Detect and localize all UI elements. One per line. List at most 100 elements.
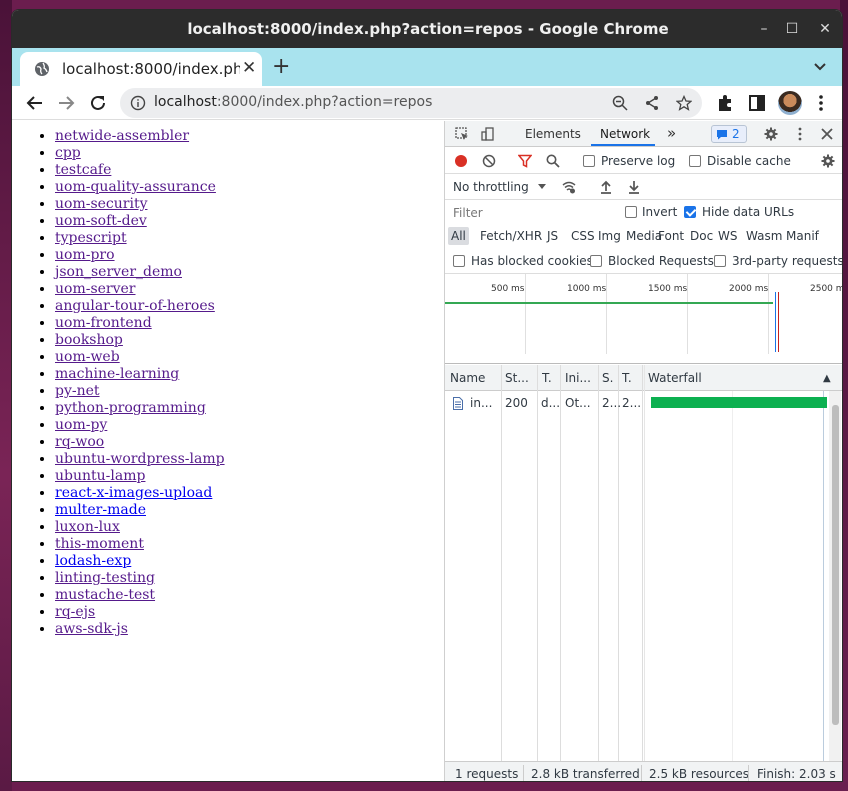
scrollbar-thumb[interactable] xyxy=(832,405,839,725)
filter-type-font[interactable]: Font xyxy=(655,227,687,245)
clear-icon[interactable] xyxy=(482,154,496,168)
device-toolbar-icon[interactable] xyxy=(481,127,495,141)
share-icon[interactable] xyxy=(644,95,660,111)
network-settings-gear-icon[interactable] xyxy=(821,154,835,168)
throttling-select[interactable]: No throttling xyxy=(453,180,529,194)
devtools-menu-icon[interactable] xyxy=(793,127,807,141)
repo-link[interactable]: uom-frontend xyxy=(55,315,152,331)
repo-link[interactable]: linting-testing xyxy=(55,570,155,586)
repo-link[interactable]: netwide-assembler xyxy=(55,128,189,144)
repo-link[interactable]: uom-web xyxy=(55,349,120,365)
has-blocked-cookies-checkbox[interactable] xyxy=(453,255,465,267)
repo-link[interactable]: rq-woo xyxy=(55,434,104,450)
column-type[interactable]: T. xyxy=(542,371,558,385)
window-titlebar[interactable]: localhost:8000/index.php?action=repos - … xyxy=(12,10,842,48)
repo-link[interactable]: multer-made xyxy=(55,502,146,518)
settings-gear-icon[interactable] xyxy=(764,127,778,141)
extensions-puzzle-icon[interactable] xyxy=(714,92,736,114)
repo-link[interactable]: ubuntu-wordpress-lamp xyxy=(55,451,225,467)
filter-type-wasm[interactable]: Wasm xyxy=(743,227,785,245)
side-panel-icon[interactable] xyxy=(746,92,768,114)
inspect-element-icon[interactable] xyxy=(455,127,469,141)
filter-type-js[interactable]: JS xyxy=(544,227,561,245)
tab-elements[interactable]: Elements xyxy=(525,127,581,141)
column-divider[interactable] xyxy=(501,365,502,761)
disable-cache-checkbox[interactable] xyxy=(689,155,701,167)
repo-link[interactable]: uom-security xyxy=(55,196,147,212)
column-divider[interactable] xyxy=(560,365,561,761)
bookmark-star-icon[interactable] xyxy=(676,95,692,111)
network-conditions-wifi-icon[interactable] xyxy=(562,180,576,194)
repo-link[interactable]: uom-soft-dev xyxy=(55,213,147,229)
column-divider[interactable] xyxy=(537,365,538,761)
repo-link[interactable]: uom-quality-assurance xyxy=(55,179,216,195)
repo-link[interactable]: testcafe xyxy=(55,162,111,178)
repo-link[interactable]: py-net xyxy=(55,383,100,399)
back-arrow-icon[interactable] xyxy=(24,92,46,114)
repo-link[interactable]: mustache-test xyxy=(55,587,155,603)
column-name[interactable]: Name xyxy=(450,371,498,385)
close-devtools-icon[interactable] xyxy=(820,127,834,141)
column-waterfall[interactable]: Waterfall xyxy=(648,371,748,385)
column-time[interactable]: T. xyxy=(622,371,636,385)
third-party-checkbox[interactable] xyxy=(714,255,726,267)
tab-network[interactable]: Network xyxy=(600,127,650,141)
repo-link[interactable]: python-programming xyxy=(55,400,206,416)
filter-input[interactable]: Filter xyxy=(449,203,611,221)
repo-link[interactable]: rq-ejs xyxy=(55,604,95,620)
filter-type-all[interactable]: All xyxy=(448,227,469,245)
forward-arrow-icon[interactable] xyxy=(55,92,77,114)
chevron-down-icon[interactable] xyxy=(812,58,828,74)
sort-ascending-icon[interactable]: ▲ xyxy=(823,373,831,384)
repo-link[interactable]: angular-tour-of-heroes xyxy=(55,298,215,314)
repo-link[interactable]: typescript xyxy=(55,230,127,246)
record-icon[interactable] xyxy=(454,154,468,168)
repo-link[interactable]: this-moment xyxy=(55,536,144,552)
hide-data-urls-checkbox[interactable] xyxy=(684,206,696,218)
export-har-icon[interactable] xyxy=(627,180,641,194)
invert-checkbox[interactable] xyxy=(625,206,637,218)
filter-type-doc[interactable]: Doc xyxy=(687,227,716,245)
column-initiator[interactable]: Ini... xyxy=(565,371,595,385)
column-divider[interactable] xyxy=(618,365,619,761)
repo-link[interactable]: ubuntu-lamp xyxy=(55,468,145,484)
search-icon[interactable] xyxy=(546,154,560,168)
preserve-log-checkbox[interactable] xyxy=(583,155,595,167)
new-tab-button[interactable]: + xyxy=(272,56,290,78)
filter-type-css[interactable]: CSS xyxy=(568,227,598,245)
more-menu-icon[interactable] xyxy=(810,92,832,114)
issues-badge[interactable]: 2 xyxy=(711,125,747,143)
more-tabs-button[interactable]: » xyxy=(667,124,676,142)
repo-link[interactable]: json_server_demo xyxy=(55,264,182,280)
import-har-icon[interactable] xyxy=(599,180,613,194)
repo-link[interactable]: uom-py xyxy=(55,417,107,433)
minimize-button[interactable]: – xyxy=(754,19,774,39)
dropdown-arrow-icon[interactable] xyxy=(537,181,547,191)
column-size[interactable]: S. xyxy=(602,371,616,385)
repo-link[interactable]: cpp xyxy=(55,145,81,161)
repo-link[interactable]: bookshop xyxy=(55,332,123,348)
window-close-button[interactable]: ✕ xyxy=(815,19,835,39)
repo-link[interactable]: uom-server xyxy=(55,281,136,297)
filter-type-manif[interactable]: Manif xyxy=(783,227,822,245)
filter-type-ws[interactable]: WS xyxy=(715,227,740,245)
filter-type-img[interactable]: Img xyxy=(595,227,624,245)
browser-tab[interactable]: localhost:8000/index.php ✕ xyxy=(20,52,262,86)
repo-link[interactable]: machine-learning xyxy=(55,366,179,382)
column-divider[interactable] xyxy=(598,365,599,761)
repo-link[interactable]: lodash-exp xyxy=(55,553,131,569)
profile-avatar[interactable] xyxy=(778,91,802,115)
site-info-icon[interactable] xyxy=(130,95,146,111)
repo-link[interactable]: react-x-images-upload xyxy=(55,485,212,501)
repo-link[interactable]: uom-pro xyxy=(55,247,115,263)
zoom-icon[interactable] xyxy=(612,95,628,111)
timeline-overview[interactable]: 500 ms 1000 ms 1500 ms 2000 ms 2500 m xyxy=(445,274,842,364)
column-status[interactable]: St... xyxy=(505,371,535,385)
reload-icon[interactable] xyxy=(87,92,109,114)
blocked-requests-checkbox[interactable] xyxy=(590,255,602,267)
filter-type-fetch-xhr[interactable]: Fetch/XHR xyxy=(477,227,545,245)
address-bar[interactable]: localhost:8000/index.php?action=repos xyxy=(120,88,702,118)
maximize-button[interactable]: ☐ xyxy=(782,19,802,39)
tab-close-icon[interactable]: ✕ xyxy=(242,58,256,78)
repo-link[interactable]: luxon-lux xyxy=(55,519,120,535)
